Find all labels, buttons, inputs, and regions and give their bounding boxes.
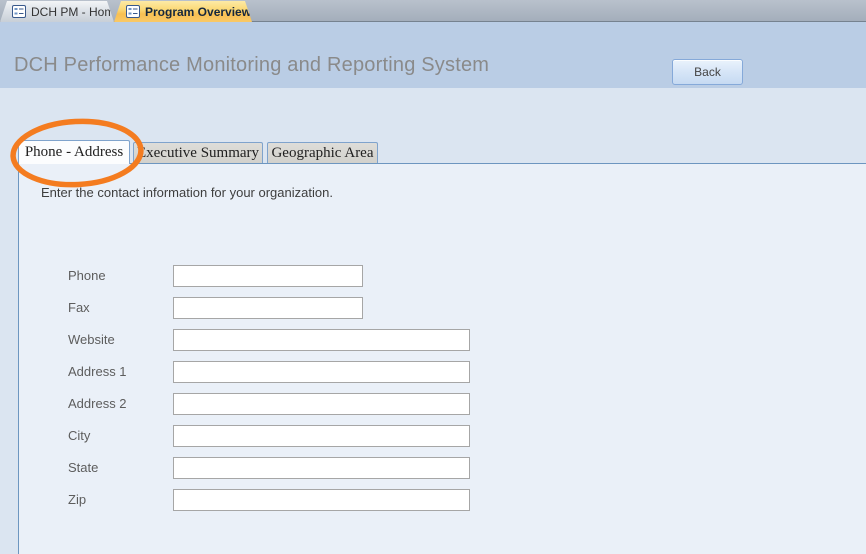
application-window: DCH PM - Home Program Overview DCH Perfo… bbox=[0, 0, 866, 554]
phone-label: Phone bbox=[68, 265, 106, 287]
address1-label: Address 1 bbox=[68, 361, 127, 383]
tab-phone-address[interactable]: Phone - Address bbox=[18, 140, 130, 164]
website-label: Website bbox=[68, 329, 115, 351]
address1-field[interactable] bbox=[173, 361, 470, 383]
page-title: DCH Performance Monitoring and Reporting… bbox=[14, 54, 489, 77]
form-icon bbox=[126, 5, 140, 18]
doc-tab-label: Program Overview bbox=[145, 5, 251, 19]
state-field[interactable] bbox=[173, 457, 470, 479]
zip-field[interactable] bbox=[173, 489, 470, 511]
state-label: State bbox=[68, 457, 98, 479]
city-label: City bbox=[68, 425, 90, 447]
document-tab-bar: DCH PM - Home Program Overview bbox=[0, 0, 866, 22]
tab-geographic-area[interactable]: Geographic Area bbox=[267, 142, 378, 163]
address2-label: Address 2 bbox=[68, 393, 127, 415]
back-button[interactable]: Back bbox=[672, 59, 743, 85]
city-field[interactable] bbox=[173, 425, 470, 447]
tab-executive-summary[interactable]: Executive Summary bbox=[133, 142, 263, 163]
fax-label: Fax bbox=[68, 297, 90, 319]
phone-field[interactable] bbox=[173, 265, 363, 287]
website-field[interactable] bbox=[173, 329, 470, 351]
zip-label: Zip bbox=[68, 489, 86, 511]
form-icon bbox=[12, 5, 26, 18]
instruction-text: Enter the contact information for your o… bbox=[41, 185, 333, 200]
address2-field[interactable] bbox=[173, 393, 470, 415]
fax-field[interactable] bbox=[173, 297, 363, 319]
doc-tab-program-overview[interactable]: Program Overview bbox=[114, 1, 252, 22]
header-band: DCH Performance Monitoring and Reporting… bbox=[0, 22, 866, 88]
doc-tab-dch-pm-home[interactable]: DCH PM - Home bbox=[0, 1, 114, 22]
doc-tab-label: DCH PM - Home bbox=[31, 5, 121, 19]
